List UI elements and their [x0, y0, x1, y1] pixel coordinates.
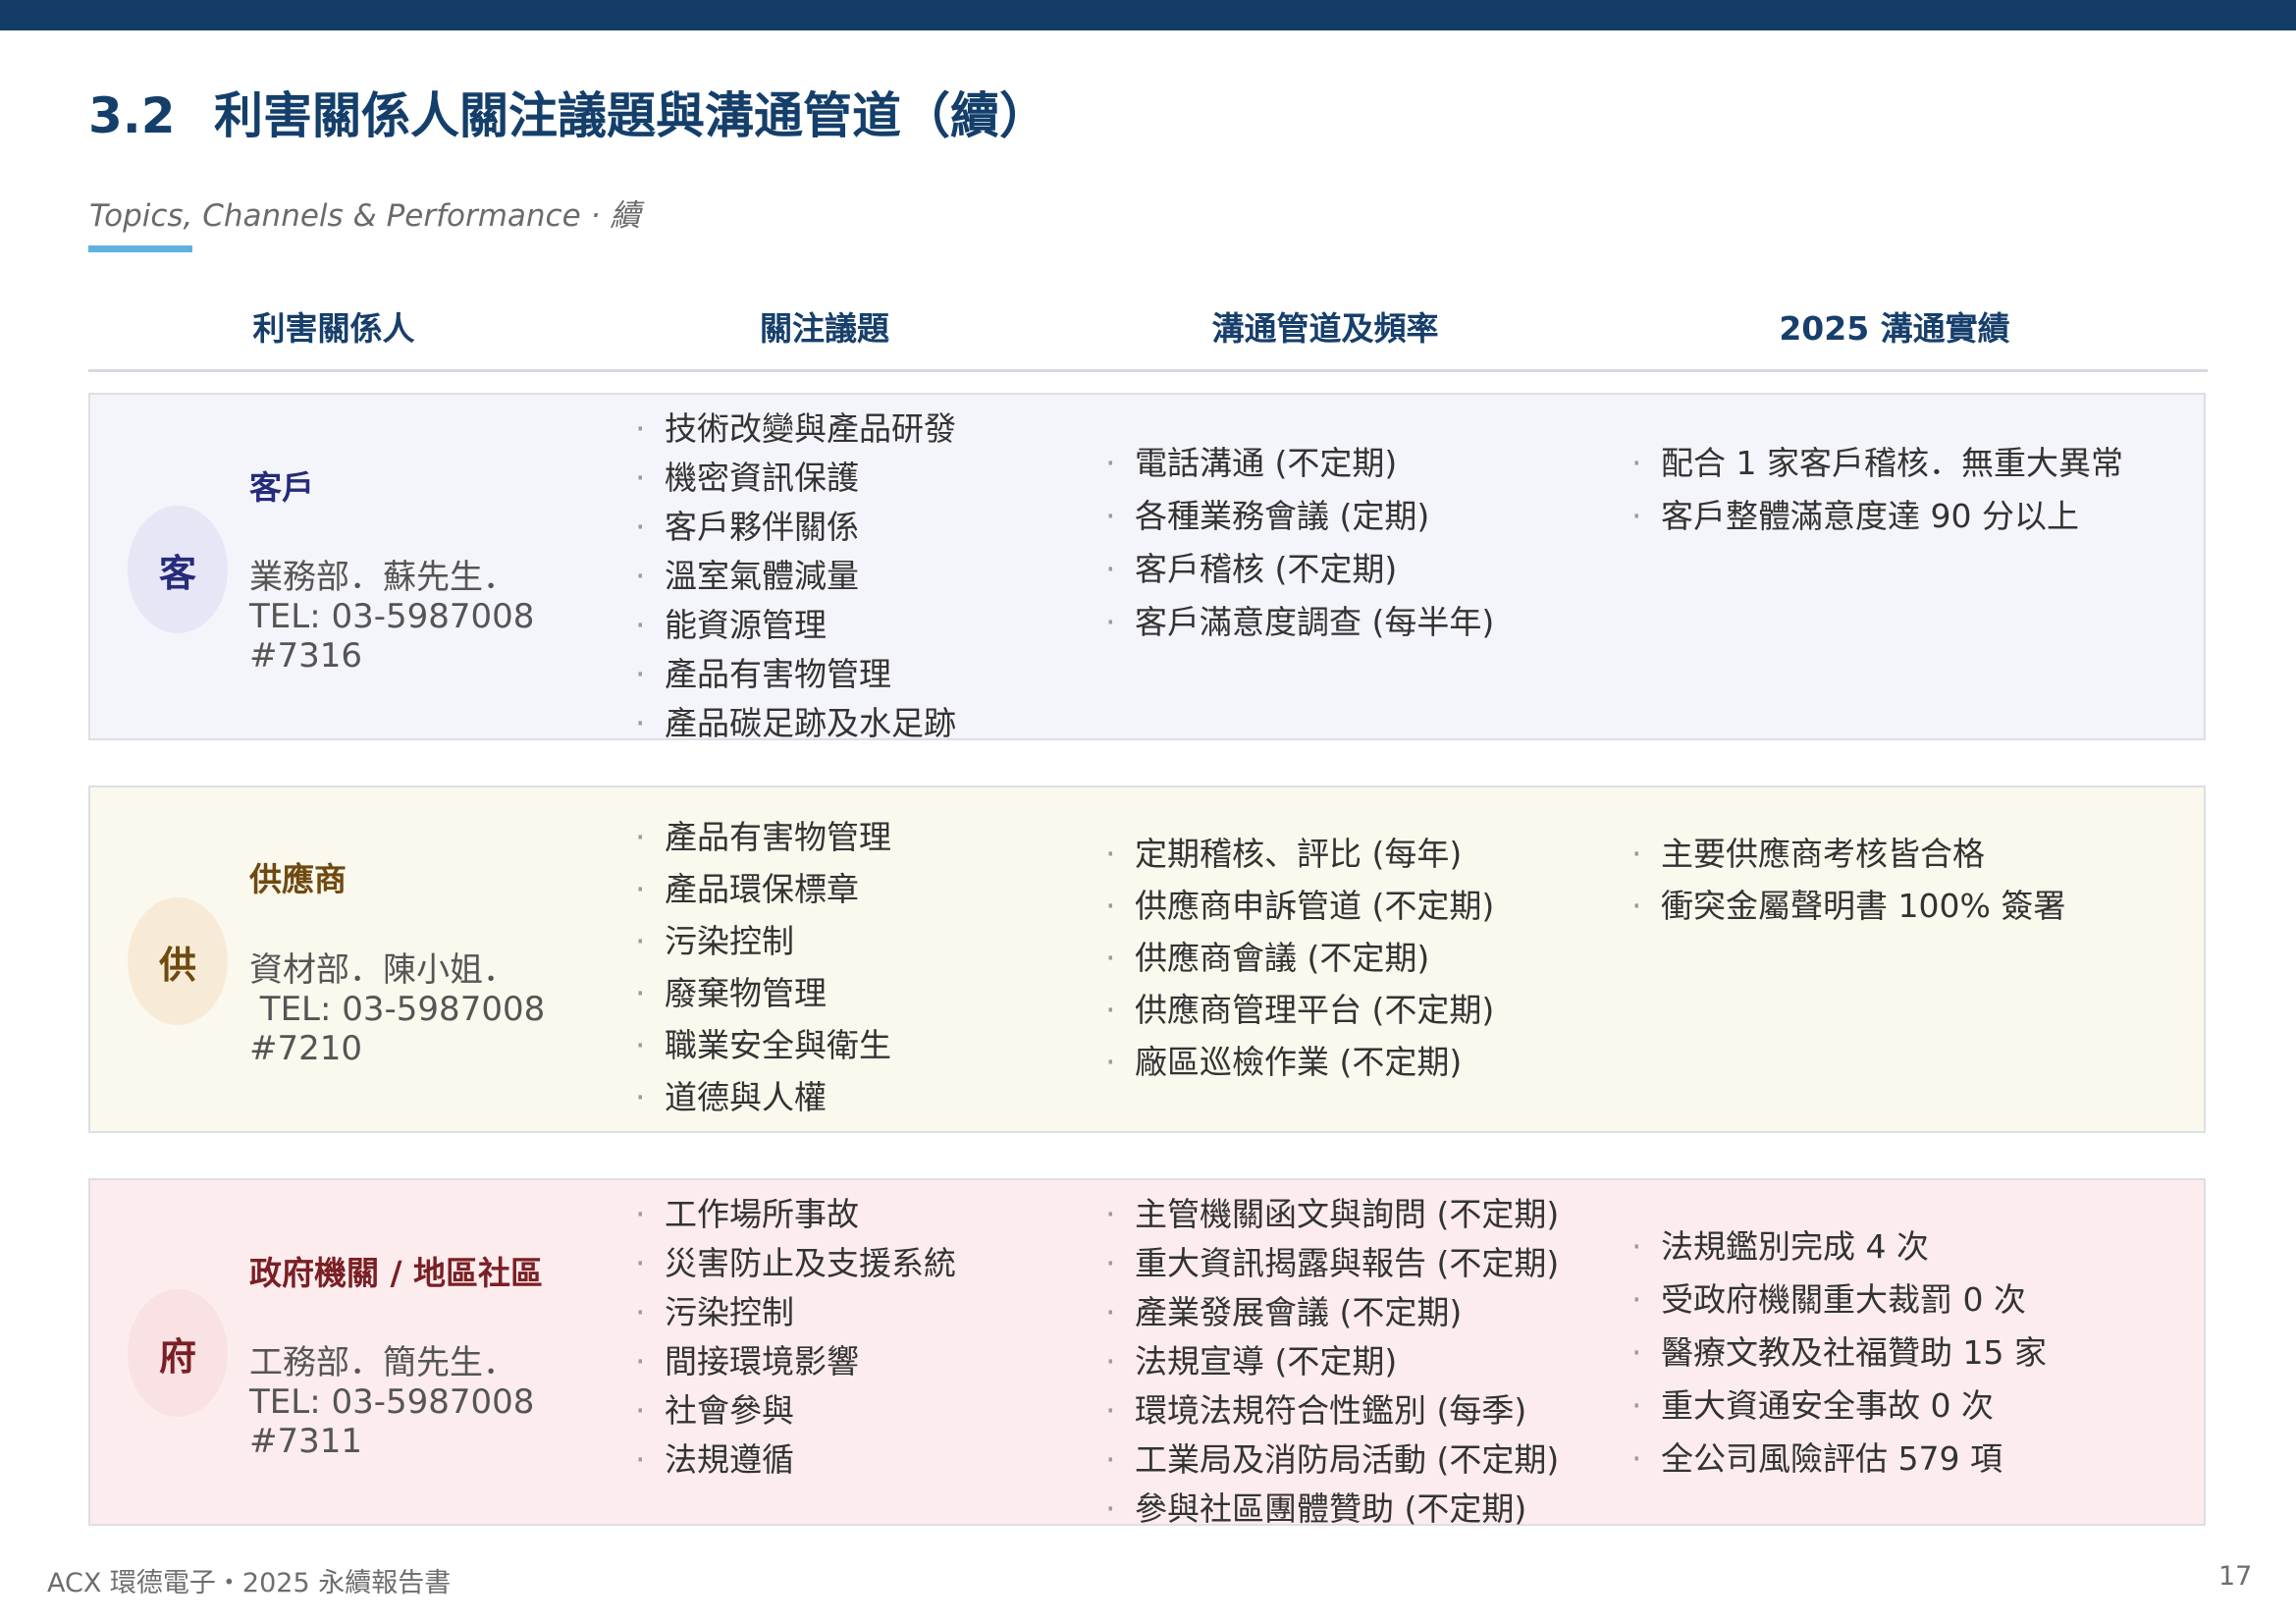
- channel-item: 客戶稽核 (不定期): [1105, 543, 1494, 596]
- channel-item: 供應商管理平台 (不定期): [1105, 984, 1494, 1036]
- channel-item: 環境法規符合性鑑別 (每季): [1105, 1386, 1559, 1435]
- result-item: 法規鑑別完成 4 次: [1631, 1220, 2047, 1273]
- result-item: 客戶整體滿意度達 90 分以上: [1631, 490, 2123, 543]
- column-header-stakeholder: 利害關係人: [252, 309, 415, 348]
- result-item: 重大資通安全事故 0 次: [1631, 1380, 2047, 1433]
- topics-list: 產品有害物管理 產品環保標章 污染控制 廢棄物管理 職業安全與衛生 道德與人權: [635, 811, 891, 1123]
- stakeholder-name: 政府機關 / 地區社區: [249, 1254, 544, 1292]
- topic-item: 職業安全與衛生: [635, 1019, 891, 1071]
- stakeholder-row-customer: 客 客戶 業務部．蘇先生． TEL: 03-5987008 #7316 技術改變…: [88, 393, 2206, 748]
- topic-item: 能資源管理: [635, 601, 956, 650]
- page-subtitle: Topics, Channels & Performance · 續: [89, 198, 641, 234]
- stakeholder-contact: 業務部．蘇先生． TEL: 03-5987008 #7316: [249, 558, 535, 676]
- channel-item: 產業發展會議 (不定期): [1105, 1288, 1559, 1337]
- topic-item: 技術改變與產品研發: [635, 405, 956, 454]
- topic-item: 法規遵循: [635, 1435, 956, 1485]
- footer-report-title: ACX 環德電子・2025 永續報告書: [47, 1568, 452, 1598]
- column-header-topics: 關注議題: [760, 309, 889, 348]
- stakeholder-name: 客戶: [249, 468, 314, 507]
- result-item: 主要供應商考核皆合格: [1631, 828, 2065, 880]
- stakeholder-name: 供應商: [249, 860, 347, 898]
- topic-item: 污染控制: [635, 915, 891, 967]
- stakeholder-badge: 供: [128, 897, 228, 1025]
- channel-item: 定期稽核、評比 (每年): [1105, 828, 1494, 880]
- results-list: 法規鑑別完成 4 次 受政府機關重大裁罰 0 次 醫療文教及社福贊助 15 家 …: [1631, 1220, 2047, 1486]
- topic-item: 機密資訊保護: [635, 454, 956, 503]
- channel-item: 工業局及消防局活動 (不定期): [1105, 1435, 1559, 1485]
- channel-item: 法規宣導 (不定期): [1105, 1337, 1559, 1386]
- channels-list: 主管機關函文與詢問 (不定期) 重大資訊揭露與報告 (不定期) 產業發展會議 (…: [1105, 1190, 1559, 1534]
- topics-list: 工作場所事故 災害防止及支援系統 污染控制 間接環境影響 社會參與 法規遵循: [635, 1190, 956, 1485]
- topics-list: 技術改變與產品研發 機密資訊保護 客戶夥伴關係 溫室氣體減量 能資源管理 產品有…: [635, 405, 956, 748]
- result-item: 衝突金屬聲明書 100% 簽署: [1631, 880, 2065, 932]
- stakeholder-badge: 客: [128, 506, 228, 633]
- channel-item: 電話溝通 (不定期): [1105, 437, 1494, 490]
- channel-item: 供應商申訴管道 (不定期): [1105, 880, 1494, 932]
- topic-item: 產品碳足跡及水足跡: [635, 699, 956, 748]
- topic-item: 工作場所事故: [635, 1190, 956, 1239]
- topic-item: 溫室氣體減量: [635, 552, 956, 601]
- column-header-channels: 溝通管道及頻率: [1211, 309, 1439, 348]
- topic-item: 產品有害物管理: [635, 650, 956, 699]
- stakeholder-contact: 資材部．陳小姐． TEL: 03-5987008 #7210: [249, 950, 546, 1068]
- topic-item: 產品有害物管理: [635, 811, 891, 863]
- results-list: 主要供應商考核皆合格 衝突金屬聲明書 100% 簽署: [1631, 828, 2065, 932]
- stakeholder-row-government: 府 政府機關 / 地區社區 工務部．簡先生． TEL: 03-5987008 #…: [88, 1178, 2206, 1534]
- channel-item: 重大資訊揭露與報告 (不定期): [1105, 1239, 1559, 1288]
- page-title: 3.2 利害關係人關注議題與溝通管道（續）: [88, 77, 1048, 147]
- subtitle-underline: [88, 245, 192, 252]
- stakeholder-badge: 府: [128, 1289, 228, 1417]
- topic-item: 社會參與: [635, 1386, 956, 1435]
- channel-item: 主管機關函文與詢問 (不定期): [1105, 1190, 1559, 1239]
- channel-item: 供應商會議 (不定期): [1105, 932, 1494, 984]
- channel-item: 各種業務會議 (定期): [1105, 490, 1494, 543]
- result-item: 配合 1 家客戶稽核．無重大異常: [1631, 437, 2123, 490]
- channel-item: 客戶滿意度調查 (每半年): [1105, 596, 1494, 649]
- topic-item: 客戶夥伴關係: [635, 503, 956, 552]
- topic-item: 間接環境影響: [635, 1337, 956, 1386]
- result-item: 全公司風險評估 579 項: [1631, 1433, 2047, 1486]
- stakeholder-contact: 工務部．簡先生． TEL: 03-5987008 #7311: [249, 1343, 535, 1461]
- header-divider: [88, 369, 2208, 372]
- results-list: 配合 1 家客戶稽核．無重大異常 客戶整體滿意度達 90 分以上: [1631, 437, 2123, 543]
- stakeholder-row-supplier: 供 供應商 資材部．陳小姐． TEL: 03-5987008 #7210 產品有…: [88, 785, 2206, 1133]
- topic-item: 產品環保標章: [635, 863, 891, 915]
- section-number: 3.2: [88, 87, 176, 144]
- channels-list: 電話溝通 (不定期) 各種業務會議 (定期) 客戶稽核 (不定期) 客戶滿意度調…: [1105, 437, 1494, 649]
- column-header-results: 2025 溝通實績: [1779, 309, 2010, 348]
- topic-item: 廢棄物管理: [635, 967, 891, 1019]
- channel-item: 參與社區團體贊助 (不定期): [1105, 1485, 1559, 1534]
- topic-item: 災害防止及支援系統: [635, 1239, 956, 1288]
- page-number: 17: [2218, 1561, 2253, 1592]
- result-item: 受政府機關重大裁罰 0 次: [1631, 1273, 2047, 1326]
- section-title: 利害關係人關注議題與溝通管道（續）: [214, 87, 1048, 144]
- topic-item: 道德與人權: [635, 1071, 891, 1123]
- topic-item: 污染控制: [635, 1288, 956, 1337]
- channel-item: 廠區巡檢作業 (不定期): [1105, 1036, 1494, 1088]
- channels-list: 定期稽核、評比 (每年) 供應商申訴管道 (不定期) 供應商會議 (不定期) 供…: [1105, 828, 1494, 1088]
- result-item: 醫療文教及社福贊助 15 家: [1631, 1326, 2047, 1380]
- top-bar: [0, 0, 2296, 30]
